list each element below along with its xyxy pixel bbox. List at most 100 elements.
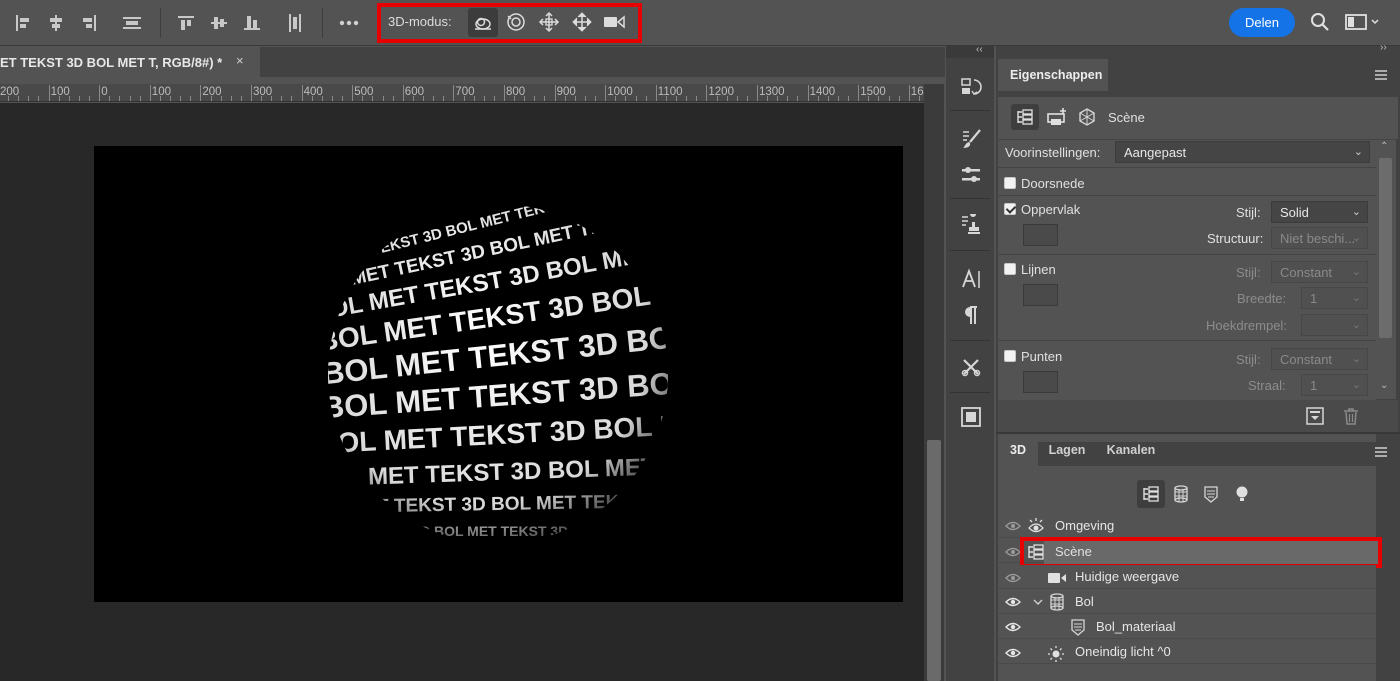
workspace-icon[interactable] [1343, 10, 1383, 34]
points-label: Punten [1021, 349, 1063, 364]
ruler-label: 1000 [607, 86, 633, 98]
panel-menu-icon[interactable] [1372, 445, 1390, 459]
ruler-label: 1200 [708, 86, 734, 98]
tab-channels[interactable]: Kanalen [1097, 434, 1165, 466]
presets-label: Voorinstellingen: [1005, 145, 1101, 160]
chevron-down-icon: ⌄ [1351, 232, 1361, 244]
canvas-scroll-thumb[interactable] [927, 440, 941, 681]
lines-angle-input[interactable]: ⌄ [1301, 314, 1368, 336]
search-icon[interactable] [1308, 10, 1332, 34]
more-icon[interactable] [336, 12, 362, 34]
filter-light-icon[interactable] [1231, 482, 1253, 506]
chevron-down-icon: ⌄ [1351, 379, 1361, 391]
panel-menu-icon[interactable] [1372, 68, 1390, 82]
lines-angle-label: Hoekdrempel: [1206, 318, 1287, 333]
visibility-eye-icon[interactable] [1003, 571, 1023, 585]
points-style-value: Constant [1280, 351, 1333, 367]
render-scene-icon[interactable] [1304, 405, 1326, 427]
trash-icon[interactable] [1340, 405, 1362, 427]
share-button[interactable]: Delen [1229, 8, 1295, 37]
lines-style-dropdown[interactable]: Constant ⌄ [1271, 261, 1368, 283]
document-tab-bar: ET TEKST 3D BOL MET T, RGB/8#) * × [0, 47, 945, 77]
visibility-eye-icon[interactable] [1003, 620, 1023, 634]
character-icon[interactable] [958, 266, 984, 292]
orbit-icon[interactable] [468, 8, 498, 37]
chevron-down-icon: ⌄ [1353, 146, 1363, 158]
properties-scroll-thumb[interactable] [1379, 158, 1392, 338]
surface-style-label: Stijl: [1236, 205, 1261, 220]
align-top-icon[interactable] [175, 12, 197, 34]
3d-panel-icon[interactable] [958, 404, 984, 430]
tab-properties[interactable]: Eigenschappen [998, 59, 1108, 91]
points-style-dropdown[interactable]: Constant ⌄ [1271, 348, 1368, 370]
ruler-label: 200 [202, 86, 222, 98]
scroll-up-icon[interactable]: ⌃ [1380, 141, 1388, 152]
align-left-icon[interactable] [12, 12, 34, 34]
filter-mesh-icon[interactable] [1170, 482, 1192, 506]
distribute-vertical-icon[interactable] [284, 12, 306, 34]
ruler-label: 200 [0, 86, 20, 98]
clone-source-icon[interactable] [958, 212, 984, 238]
ruler-label: 800 [506, 86, 526, 98]
scene-filter-icon[interactable] [1011, 104, 1039, 130]
scroll-down-icon[interactable]: ⌄ [1380, 380, 1388, 391]
visibility-eye-icon[interactable] [1003, 595, 1023, 609]
close-tab-icon[interactable]: × [236, 53, 244, 68]
visibility-eye-icon[interactable] [1003, 646, 1023, 660]
document-canvas[interactable]: 3D BOL MET TEKST 3D BOL MET TEKST 3D BOL… [94, 146, 903, 602]
paragraph-icon[interactable] [958, 302, 984, 328]
slide-icon[interactable] [569, 9, 595, 35]
infinite-light-icon [1046, 643, 1066, 663]
print-3d-icon[interactable] [1043, 104, 1071, 130]
ruler-label: 0 [101, 86, 108, 98]
tab-3d[interactable]: 3D [998, 434, 1038, 466]
brush-settings-icon[interactable] [958, 126, 984, 152]
align-right-icon[interactable] [78, 12, 100, 34]
tab-layers[interactable]: Lagen [1040, 434, 1094, 466]
environment-icon [1026, 516, 1046, 536]
roll-icon[interactable] [503, 9, 529, 35]
layer-row-sphere-material[interactable]: Bol_materiaal [998, 615, 1376, 639]
horizontal-ruler: 200 100 0 100 200 300 400 500 600 700 800 900 1000 11… [0, 84, 928, 102]
surface-texture-dropdown[interactable]: Niet beschi... ⌄ [1271, 227, 1368, 249]
filter-material-icon[interactable] [1200, 482, 1222, 506]
chevron-down-icon: ⌄ [1351, 206, 1361, 218]
chevron-down-icon: ⌄ [1351, 319, 1361, 331]
ruler-label: 100 [151, 86, 171, 98]
lines-width-input[interactable]: 1 ⌄ [1301, 287, 1368, 309]
cross-section-label: Doorsnede [1021, 176, 1085, 191]
lines-label: Lijnen [1021, 262, 1056, 277]
surface-texture-label: Structuur: [1207, 231, 1264, 246]
points-color-swatch[interactable] [1023, 371, 1058, 393]
align-bottom-icon[interactable] [241, 12, 263, 34]
document-tab[interactable]: ET TEKST 3D BOL MET T, RGB/8#) * × [0, 47, 260, 77]
cross-section-checkbox[interactable] [1004, 177, 1016, 189]
history-icon[interactable] [958, 74, 984, 100]
expand-panels-icon[interactable]: ›› [1380, 42, 1387, 53]
pan-icon[interactable] [536, 9, 562, 35]
points-checkbox[interactable] [1004, 350, 1016, 362]
lines-checkbox[interactable] [1004, 263, 1016, 275]
surface-checkbox[interactable] [1004, 203, 1016, 215]
visibility-eye-icon[interactable] [1003, 519, 1023, 533]
brush-presets-icon[interactable] [958, 162, 984, 188]
distribute-horizontal-icon[interactable] [121, 12, 143, 34]
surface-color-swatch[interactable] [1023, 224, 1058, 246]
align-vertical-center-icon[interactable] [208, 12, 230, 34]
presets-dropdown[interactable]: Aangepast ⌄ [1115, 141, 1370, 163]
points-radius-input[interactable]: 1 ⌄ [1301, 374, 1368, 396]
chevron-down-icon[interactable] [1031, 594, 1045, 610]
lines-style-label: Stijl: [1236, 265, 1261, 280]
tool-presets-icon[interactable] [958, 354, 984, 380]
lines-color-swatch[interactable] [1023, 284, 1058, 306]
layer-row-environment[interactable]: Omgeving [998, 514, 1376, 538]
filter-scene-icon[interactable] [1137, 480, 1165, 508]
ruler-label: 100 [50, 86, 70, 98]
align-horizontal-center-icon[interactable] [45, 12, 67, 34]
points-style-label: Stijl: [1236, 352, 1261, 367]
render-icon[interactable] [1074, 104, 1100, 130]
collapse-panels-icon[interactable]: ‹‹ [976, 44, 983, 55]
material-icon [1069, 617, 1087, 637]
surface-style-dropdown[interactable]: Solid ⌄ [1271, 201, 1368, 223]
camera-icon[interactable] [601, 9, 629, 35]
